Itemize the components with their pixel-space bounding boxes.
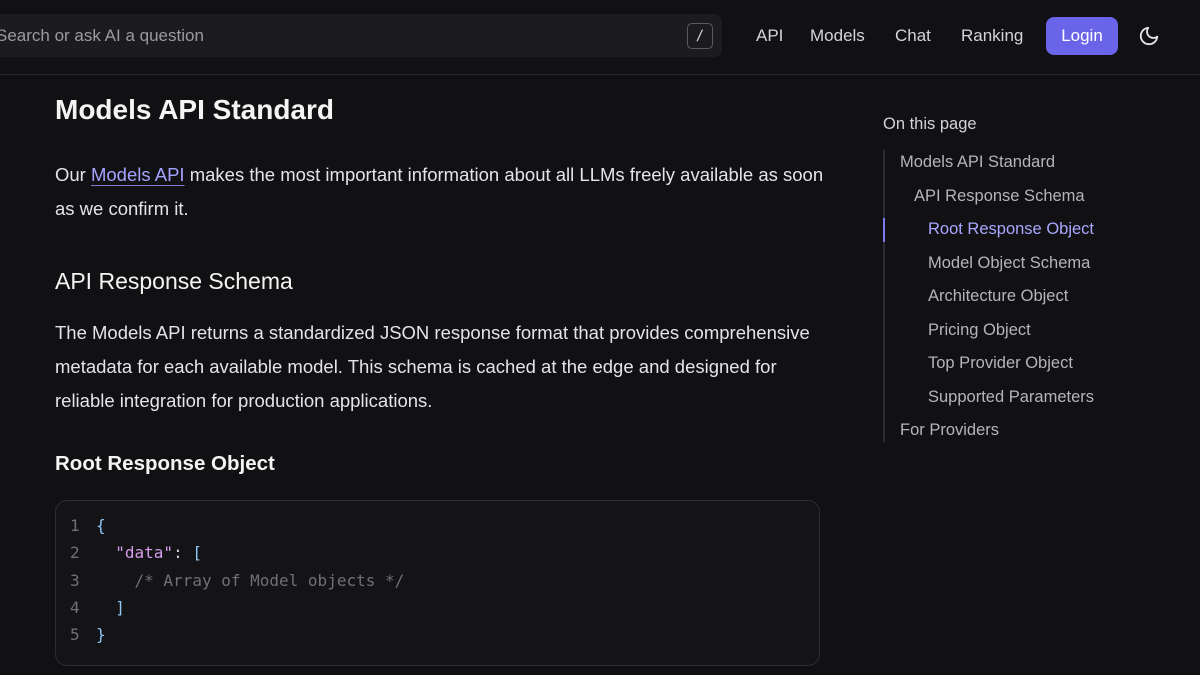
intro-paragraph: Our Models API makes the most important … [55,158,825,226]
line-number: 5 [70,625,80,644]
toc-active-indicator [883,218,885,242]
top-header: Search or ask AI a question / API Models… [0,0,1200,75]
toc-item-pricing-object[interactable]: Pricing Object [928,321,1031,340]
line-number: 1 [70,516,80,535]
search-shortcut-key: / [687,23,713,49]
toc-item-architecture-object[interactable]: Architecture Object [928,287,1068,306]
toc-item-api-response-schema[interactable]: API Response Schema [914,187,1085,206]
code-line: 2 "data": [ [70,543,202,570]
nav-api[interactable]: API [756,26,783,46]
code-line: 3 /* Array of Model objects */ [70,571,404,598]
code-block[interactable]: 1{ 2 "data": [ 3 /* Array of Model objec… [55,500,820,666]
subsection-heading-root-response-object: Root Response Object [55,452,275,475]
nav-models[interactable]: Models [810,26,865,46]
nav-chat[interactable]: Chat [895,26,931,46]
login-button[interactable]: Login [1046,17,1118,55]
code-line: 1{ [70,516,106,543]
section-heading-api-response-schema: API Response Schema [55,268,293,294]
toc-item-top-provider-object[interactable]: Top Provider Object [928,354,1073,373]
code-line: 4 ] [70,598,125,625]
toc-item-supported-parameters[interactable]: Supported Parameters [928,388,1094,407]
moon-icon[interactable] [1138,25,1160,47]
code-token: "data" [115,543,174,562]
toc-item-for-providers[interactable]: For Providers [900,421,999,440]
page-title: Models API Standard [55,94,335,125]
toc-item-models-api-standard[interactable]: Models API Standard [900,153,1055,172]
code-token: ] [115,598,125,617]
line-number: 4 [70,598,80,617]
code-line: 5} [70,625,106,652]
models-api-link[interactable]: Models API [91,164,185,185]
line-number: 2 [70,543,80,562]
intro-before: Our [55,164,91,185]
code-comment: /* Array of Model objects */ [134,571,405,590]
code-token: [ [192,543,202,562]
toc-rail [883,150,885,442]
code-token: } [96,625,106,644]
section-paragraph: The Models API returns a standardized JS… [55,322,810,411]
nav-ranking[interactable]: Ranking [961,26,1023,46]
toc-title: On this page [883,115,977,133]
line-number: 3 [70,571,80,590]
search-bar[interactable]: Search or ask AI a question / [0,14,722,57]
toc-item-root-response-object[interactable]: Root Response Object [928,220,1094,239]
search-input[interactable]: Search or ask AI a question [0,26,204,46]
toc-item-model-object-schema[interactable]: Model Object Schema [928,254,1090,273]
code-token: { [96,516,106,535]
code-token: : [173,543,193,562]
